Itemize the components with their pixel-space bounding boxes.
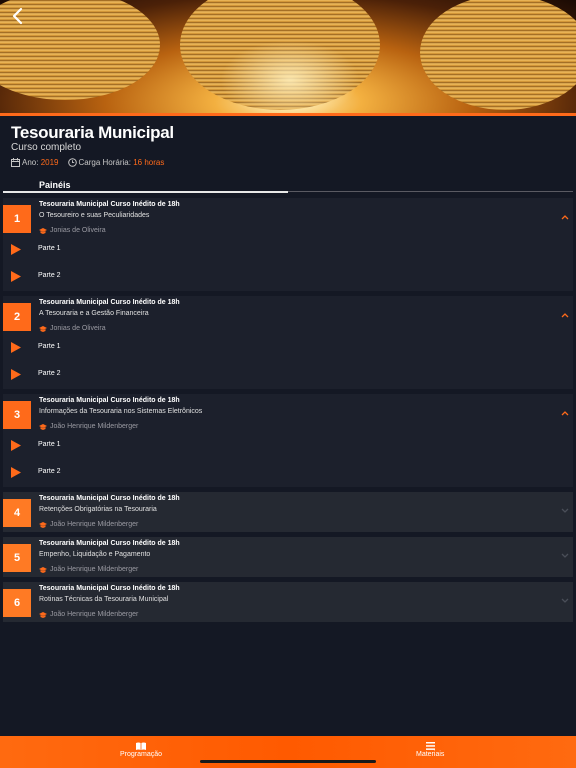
- panel-author: João Henrique Mildenberger: [39, 423, 138, 430]
- part-row[interactable]: Parte 2: [3, 264, 573, 290]
- nav-label: Programação: [120, 751, 163, 758]
- panel-subtitle: Retenções Obrigatórias na Tesouraria: [39, 506, 157, 513]
- panel-title: Tesouraria Municipal Curso Inédito de 18…: [39, 201, 180, 208]
- chevron-up-icon[interactable]: [561, 312, 569, 318]
- chevron-up-icon[interactable]: [561, 214, 569, 220]
- hours-label: Carga Horária:: [78, 158, 131, 167]
- panel-list: 1 Tesouraria Municipal Curso Inédito de …: [3, 198, 573, 627]
- nav-materiais[interactable]: Materiais: [416, 742, 444, 758]
- panel-4[interactable]: 4 Tesouraria Municipal Curso Inédito de …: [3, 492, 573, 532]
- play-icon[interactable]: [11, 244, 21, 255]
- panel-author: Jonias de Oliveira: [39, 325, 106, 332]
- part-row[interactable]: Parte 1: [3, 335, 573, 361]
- play-icon[interactable]: [11, 271, 21, 282]
- play-icon[interactable]: [11, 440, 21, 451]
- course-header: Tesouraria Municipal Curso completo Ano:…: [0, 116, 576, 196]
- part-row[interactable]: Parte 1: [3, 237, 573, 263]
- course-subtitle: Curso completo: [11, 142, 82, 153]
- tab-paineis[interactable]: Painéis: [39, 180, 71, 190]
- panel-5[interactable]: 5 Tesouraria Municipal Curso Inédito de …: [3, 537, 573, 577]
- panel-subtitle: Empenho, Liquidação e Pagamento: [39, 551, 151, 558]
- course-meta: Ano: 2019 Carga Horária: 16 horas: [11, 158, 164, 167]
- page-title: Tesouraria Municipal: [11, 123, 174, 142]
- book-icon: [136, 742, 147, 750]
- panel-subtitle: Informações da Tesouraria nos Sistemas E…: [39, 408, 203, 415]
- panel-6[interactable]: 6 Tesouraria Municipal Curso Inédito de …: [3, 582, 573, 622]
- clock-icon: [67, 158, 77, 167]
- panel-author: Jonias de Oliveira: [39, 227, 106, 234]
- part-row[interactable]: Parte 2: [3, 362, 573, 388]
- panel-number: 2: [3, 303, 31, 331]
- chevron-left-icon[interactable]: [9, 6, 27, 26]
- panel-number: 3: [3, 401, 31, 429]
- part-label: Parte 1: [38, 343, 61, 350]
- chevron-down-icon[interactable]: [561, 508, 569, 514]
- play-icon[interactable]: [11, 369, 21, 380]
- graduation-cap-icon: [39, 566, 47, 573]
- panel-3[interactable]: 3 Tesouraria Municipal Curso Inédito de …: [3, 394, 573, 487]
- home-indicator: [200, 760, 376, 763]
- nav-programacao[interactable]: Programação: [120, 742, 162, 758]
- panel-number: 4: [3, 499, 31, 527]
- panel-number: 5: [3, 544, 31, 572]
- panel-subtitle: Rotinas Técnicas da Tesouraria Municipal: [39, 596, 169, 603]
- tab-active-indicator: [3, 191, 288, 193]
- chevron-down-icon[interactable]: [561, 598, 569, 604]
- play-icon[interactable]: [11, 342, 21, 353]
- panel-author: João Henrique Mildenberger: [39, 566, 138, 573]
- panel-2[interactable]: 2 Tesouraria Municipal Curso Inédito de …: [3, 296, 573, 389]
- part-label: Parte 2: [38, 272, 61, 279]
- part-row[interactable]: Parte 1: [3, 433, 573, 459]
- part-label: Parte 2: [38, 468, 61, 475]
- bottom-nav: Programação Materiais: [0, 736, 576, 768]
- panel-subtitle: O Tesoureiro e suas Peculiaridades: [39, 212, 150, 219]
- hours-value: 16 horas: [133, 158, 165, 167]
- chevron-down-icon[interactable]: [561, 553, 569, 559]
- panel-title: Tesouraria Municipal Curso Inédito de 18…: [39, 397, 180, 404]
- panel-author: João Henrique Mildenberger: [39, 611, 138, 618]
- panel-author: João Henrique Mildenberger: [39, 521, 138, 528]
- year-label: Ano:: [22, 158, 39, 167]
- panel-title: Tesouraria Municipal Curso Inédito de 18…: [39, 585, 180, 592]
- panel-subtitle: A Tesouraria e a Gestão Financeira: [39, 310, 149, 317]
- hero-image: [0, 0, 576, 113]
- graduation-cap-icon: [39, 521, 47, 528]
- panel-title: Tesouraria Municipal Curso Inédito de 18…: [39, 299, 180, 306]
- menu-icon: [425, 742, 435, 750]
- panel-number: 6: [3, 589, 31, 617]
- panel-number: 1: [3, 205, 31, 233]
- year-value: 2019: [40, 158, 59, 167]
- play-icon[interactable]: [11, 467, 21, 478]
- part-label: Parte 1: [38, 441, 61, 448]
- graduation-cap-icon: [39, 227, 47, 234]
- part-label: Parte 2: [38, 370, 61, 377]
- chevron-up-icon[interactable]: [561, 410, 569, 416]
- panel-title: Tesouraria Municipal Curso Inédito de 18…: [39, 540, 180, 547]
- nav-label: Materiais: [416, 751, 445, 758]
- graduation-cap-icon: [39, 325, 47, 332]
- part-row[interactable]: Parte 2: [3, 460, 573, 486]
- graduation-cap-icon: [39, 611, 47, 618]
- panel-title: Tesouraria Municipal Curso Inédito de 18…: [39, 495, 180, 502]
- part-label: Parte 1: [38, 245, 61, 252]
- calendar-icon: [11, 158, 20, 167]
- graduation-cap-icon: [39, 423, 47, 430]
- panel-1[interactable]: 1 Tesouraria Municipal Curso Inédito de …: [3, 198, 573, 291]
